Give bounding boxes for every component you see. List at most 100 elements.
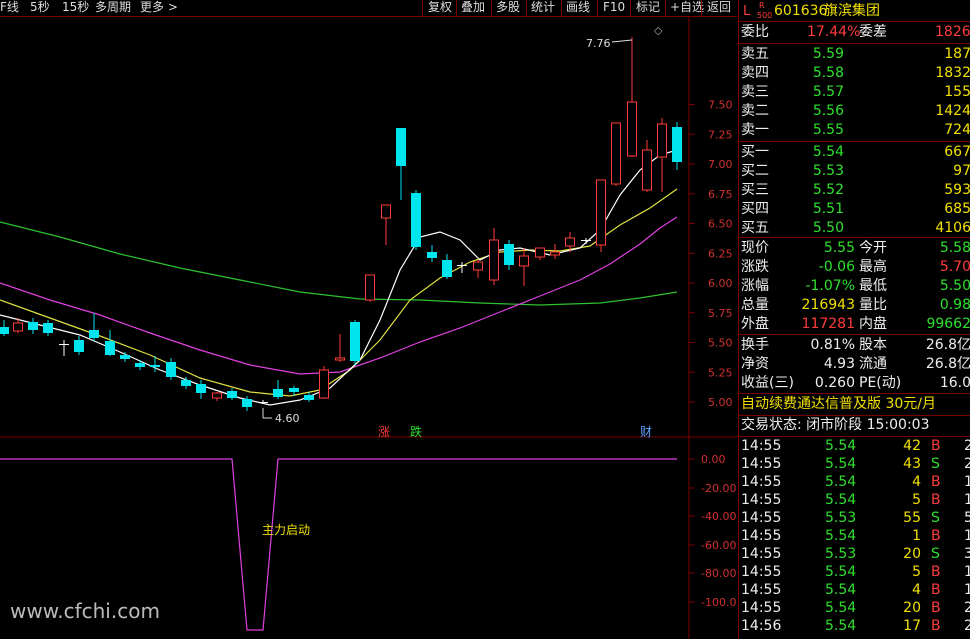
candle-body (89, 330, 99, 338)
tick-price: 5.53 (825, 510, 857, 526)
order-price: 5.56 (812, 103, 844, 119)
toolbar-button[interactable]: 标记 (636, 0, 660, 15)
tick-time: 14:55 (741, 456, 782, 472)
weicha-value: 1826 (935, 24, 970, 40)
candle-body (335, 357, 345, 361)
toolbar-item[interactable]: F线 (0, 0, 19, 15)
tick-count: 2 (964, 600, 970, 616)
candle-body (258, 402, 268, 403)
tick-price: 5.54 (825, 528, 857, 544)
stat-label: 今开 (859, 240, 887, 256)
candle-body (350, 322, 360, 361)
stat-label: 内盘 (859, 316, 887, 332)
candle-body (319, 369, 329, 399)
toolbar-button[interactable]: 返回 (707, 0, 731, 15)
stat-row: 涨幅 -1.07% 最低 5.50 (739, 277, 970, 296)
stat-row: 涨跌 -0.06 最高 5.70 (739, 258, 970, 277)
order-label: 卖四 (741, 65, 769, 81)
order-label: 买三 (741, 182, 769, 198)
watermark: www.cfchi.com (10, 599, 160, 623)
tick-volume: 43 (903, 456, 921, 472)
order-book-buy-row: 买二 5.53 97 (739, 162, 970, 181)
stat-value: 0.98 (939, 297, 970, 313)
tick-direction: S (931, 510, 940, 526)
order-volume: 724 (944, 122, 970, 138)
marker-die: 跌 (410, 424, 422, 439)
toolbar-button[interactable]: 统计 (531, 0, 555, 15)
stat-value: 5.55 (823, 240, 855, 256)
tick-count: 2 (964, 438, 970, 454)
weibi-value: 17.44% (807, 24, 861, 40)
y-tick-label: 7.50 (708, 99, 733, 112)
order-book-buy-row: 买五 5.50 4106 (739, 219, 970, 238)
indicator-tick-label: -20.00 (701, 482, 736, 495)
stat-value: 99662 (926, 316, 970, 332)
order-label: 买二 (741, 163, 769, 179)
indicator-tick-label: 0.00 (701, 453, 726, 466)
candle-body (242, 399, 252, 407)
candle-body (611, 122, 621, 185)
toolbar-button[interactable]: 多股 (496, 0, 520, 15)
tick-row: 14:55 5.54 43 S 2 (739, 455, 970, 473)
stat-label: 涨幅 (741, 278, 769, 294)
stat-label: 股本 (859, 337, 887, 353)
tick-direction: B (931, 600, 941, 616)
indicator-tick-label: -80.00 (701, 567, 736, 580)
stat-row: 外盘 117281 内盘 99662 (739, 315, 970, 334)
kline-chart[interactable]: 7.50 7.25 7.00 6.75 6.50 6.25 6.00 5.75 5.50 5.25… (0, 17, 737, 639)
tick-volume: 17 (903, 618, 921, 634)
candle-body (181, 380, 191, 386)
order-volume: 4106 (935, 220, 970, 236)
toolbar-item[interactable]: 多周期 (95, 0, 131, 15)
tick-row: 14:55 5.54 42 B 2 (739, 437, 970, 455)
tick-direction: B (931, 582, 941, 598)
toolbar-item[interactable]: 5秒 (30, 0, 50, 15)
toolbar-item[interactable]: 15秒 (62, 0, 89, 15)
flag-label: L (743, 4, 751, 19)
candle-body (120, 355, 130, 359)
candle-body (596, 179, 606, 246)
indicator-label: 主力启动 (262, 523, 310, 537)
tick-time: 14:55 (741, 582, 782, 598)
quote-panel: L R 500 601636 旗滨集团 委比 17.44% 委差 1826 卖五 5.59 187 卖四… (738, 0, 970, 639)
weibi-label: 委比 (741, 24, 769, 40)
low-price-label: 4.60 (275, 412, 300, 425)
candle-body (473, 261, 483, 271)
tick-row: 14:55 5.54 1 B 1 (739, 527, 970, 545)
high-marker-line (611, 39, 633, 43)
candle-body (135, 363, 145, 367)
tick-time: 14:55 (741, 510, 782, 526)
promo-banner[interactable]: 自动续费通达信普及版 30元/月 (739, 395, 970, 414)
divider (739, 141, 970, 142)
candle-body (550, 251, 560, 256)
toolbar-separator (597, 0, 598, 16)
tick-row: 14:55 5.54 5 B 1 (739, 563, 970, 581)
tick-count: 1 (964, 528, 970, 544)
y-tick-label: 6.50 (708, 218, 733, 231)
tick-count: 3 (964, 546, 970, 562)
tick-volume: 5 (912, 564, 921, 580)
candle-body (227, 391, 237, 398)
tick-row: 14:56 5.54 17 B 2 (739, 617, 970, 635)
tick-count: 5 (964, 510, 970, 526)
toolbar-button[interactable]: 叠加 (461, 0, 485, 15)
tick-price: 5.54 (825, 456, 857, 472)
toolbar-item[interactable]: 更多 > (140, 0, 178, 15)
tick-time: 14:56 (741, 618, 782, 634)
toolbar-button[interactable]: 复权 (428, 0, 452, 15)
order-volume: 667 (944, 144, 970, 160)
toolbar-button[interactable]: +自选 (670, 0, 704, 15)
tick-direction: B (931, 618, 941, 634)
tick-volume: 42 (903, 438, 921, 454)
toolbar-button[interactable]: 画线 (566, 0, 590, 15)
order-price: 5.58 (812, 65, 844, 81)
toolbar-button[interactable]: F10 (603, 0, 625, 15)
candle-body (381, 204, 391, 219)
diamond-icon: ◇ (654, 24, 663, 37)
stat-label: 现价 (741, 240, 769, 256)
tick-row: 14:55 5.54 4 B 1 (739, 473, 970, 491)
tick-direction: S (931, 456, 940, 472)
candle-body (212, 392, 222, 399)
candle-body (427, 252, 437, 258)
tick-price: 5.54 (825, 492, 857, 508)
